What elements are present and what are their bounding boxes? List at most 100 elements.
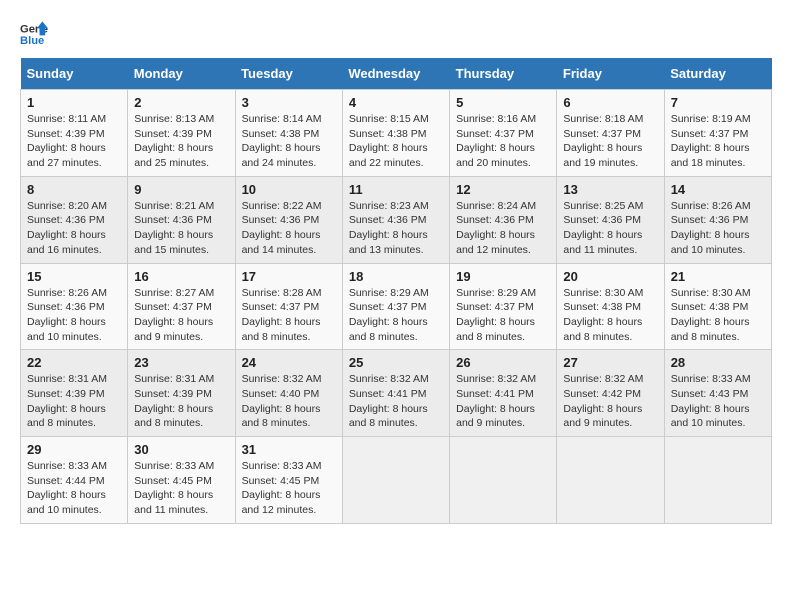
- day-number: 22: [27, 355, 121, 370]
- day-detail: Sunrise: 8:31 AM Sunset: 4:39 PM Dayligh…: [27, 372, 121, 431]
- calendar-cell: 31 Sunrise: 8:33 AM Sunset: 4:45 PM Dayli…: [235, 437, 342, 524]
- day-number: 31: [242, 442, 336, 457]
- day-detail: Sunrise: 8:21 AM Sunset: 4:36 PM Dayligh…: [134, 199, 228, 258]
- calendar-cell: 19 Sunrise: 8:29 AM Sunset: 4:37 PM Dayli…: [450, 263, 557, 350]
- day-number: 19: [456, 269, 550, 284]
- day-number: 10: [242, 182, 336, 197]
- calendar-cell: 4 Sunrise: 8:15 AM Sunset: 4:38 PM Daylig…: [342, 90, 449, 177]
- day-detail: Sunrise: 8:26 AM Sunset: 4:36 PM Dayligh…: [27, 286, 121, 345]
- weekday-header-friday: Friday: [557, 58, 664, 90]
- day-number: 23: [134, 355, 228, 370]
- day-detail: Sunrise: 8:18 AM Sunset: 4:37 PM Dayligh…: [563, 112, 657, 171]
- day-number: 26: [456, 355, 550, 370]
- day-detail: Sunrise: 8:27 AM Sunset: 4:37 PM Dayligh…: [134, 286, 228, 345]
- day-number: 9: [134, 182, 228, 197]
- day-detail: Sunrise: 8:11 AM Sunset: 4:39 PM Dayligh…: [27, 112, 121, 171]
- day-number: 27: [563, 355, 657, 370]
- calendar-cell: 3 Sunrise: 8:14 AM Sunset: 4:38 PM Daylig…: [235, 90, 342, 177]
- day-number: 12: [456, 182, 550, 197]
- calendar-cell: 14 Sunrise: 8:26 AM Sunset: 4:36 PM Dayli…: [664, 176, 771, 263]
- day-number: 3: [242, 95, 336, 110]
- day-detail: Sunrise: 8:32 AM Sunset: 4:40 PM Dayligh…: [242, 372, 336, 431]
- day-detail: Sunrise: 8:32 AM Sunset: 4:41 PM Dayligh…: [349, 372, 443, 431]
- svg-text:Blue: Blue: [20, 35, 44, 47]
- day-number: 5: [456, 95, 550, 110]
- day-detail: Sunrise: 8:30 AM Sunset: 4:38 PM Dayligh…: [671, 286, 765, 345]
- calendar-cell: 16Sunrise: 8:27 AM Sunset: 4:37 PM Dayli…: [128, 263, 235, 350]
- calendar-cell: 30Sunrise: 8:33 AM Sunset: 4:45 PM Dayli…: [128, 437, 235, 524]
- day-detail: Sunrise: 8:33 AM Sunset: 4:44 PM Dayligh…: [27, 459, 121, 518]
- calendar-cell: 29Sunrise: 8:33 AM Sunset: 4:44 PM Dayli…: [21, 437, 128, 524]
- day-detail: Sunrise: 8:16 AM Sunset: 4:37 PM Dayligh…: [456, 112, 550, 171]
- calendar-cell: 15Sunrise: 8:26 AM Sunset: 4:36 PM Dayli…: [21, 263, 128, 350]
- calendar-week-row: 29Sunrise: 8:33 AM Sunset: 4:44 PM Dayli…: [21, 437, 772, 524]
- calendar-cell: 22 Sunrise: 8:31 AM Sunset: 4:39 PM Dayli…: [21, 350, 128, 437]
- day-number: 2: [134, 95, 228, 110]
- calendar-cell: 13 Sunrise: 8:25 AM Sunset: 4:36 PM Dayli…: [557, 176, 664, 263]
- calendar-cell: 20 Sunrise: 8:30 AM Sunset: 4:38 PM Dayli…: [557, 263, 664, 350]
- weekday-header-sunday: Sunday: [21, 58, 128, 90]
- calendar-cell: [664, 437, 771, 524]
- day-number: 8: [27, 182, 121, 197]
- day-number: 21: [671, 269, 765, 284]
- calendar-table: SundayMondayTuesdayWednesdayThursdayFrid…: [20, 58, 772, 524]
- day-detail: Sunrise: 8:32 AM Sunset: 4:41 PM Dayligh…: [456, 372, 550, 431]
- day-detail: Sunrise: 8:29 AM Sunset: 4:37 PM Dayligh…: [349, 286, 443, 345]
- day-number: 1: [27, 95, 121, 110]
- day-detail: Sunrise: 8:30 AM Sunset: 4:38 PM Dayligh…: [563, 286, 657, 345]
- calendar-cell: [450, 437, 557, 524]
- day-number: 14: [671, 182, 765, 197]
- weekday-header-wednesday: Wednesday: [342, 58, 449, 90]
- calendar-cell: 5 Sunrise: 8:16 AM Sunset: 4:37 PM Daylig…: [450, 90, 557, 177]
- calendar-cell: 23Sunrise: 8:31 AM Sunset: 4:39 PM Dayli…: [128, 350, 235, 437]
- day-detail: Sunrise: 8:26 AM Sunset: 4:36 PM Dayligh…: [671, 199, 765, 258]
- day-detail: Sunrise: 8:29 AM Sunset: 4:37 PM Dayligh…: [456, 286, 550, 345]
- day-detail: Sunrise: 8:33 AM Sunset: 4:43 PM Dayligh…: [671, 372, 765, 431]
- day-detail: Sunrise: 8:14 AM Sunset: 4:38 PM Dayligh…: [242, 112, 336, 171]
- weekday-header-saturday: Saturday: [664, 58, 771, 90]
- calendar-cell: 18 Sunrise: 8:29 AM Sunset: 4:37 PM Dayli…: [342, 263, 449, 350]
- day-detail: Sunrise: 8:32 AM Sunset: 4:42 PM Dayligh…: [563, 372, 657, 431]
- logo: General Blue: [20, 20, 54, 48]
- calendar-week-row: 1 Sunrise: 8:11 AM Sunset: 4:39 PM Daylig…: [21, 90, 772, 177]
- day-detail: Sunrise: 8:23 AM Sunset: 4:36 PM Dayligh…: [349, 199, 443, 258]
- day-number: 30: [134, 442, 228, 457]
- calendar-cell: 2 Sunrise: 8:13 AM Sunset: 4:39 PM Daylig…: [128, 90, 235, 177]
- weekday-header-tuesday: Tuesday: [235, 58, 342, 90]
- day-detail: Sunrise: 8:13 AM Sunset: 4:39 PM Dayligh…: [134, 112, 228, 171]
- calendar-cell: 10Sunrise: 8:22 AM Sunset: 4:36 PM Dayli…: [235, 176, 342, 263]
- day-detail: Sunrise: 8:33 AM Sunset: 4:45 PM Dayligh…: [242, 459, 336, 518]
- day-number: 6: [563, 95, 657, 110]
- weekday-header-thursday: Thursday: [450, 58, 557, 90]
- calendar-cell: 12 Sunrise: 8:24 AM Sunset: 4:36 PM Dayli…: [450, 176, 557, 263]
- day-number: 7: [671, 95, 765, 110]
- logo-icon: General Blue: [20, 20, 48, 48]
- calendar-cell: 27 Sunrise: 8:32 AM Sunset: 4:42 PM Dayli…: [557, 350, 664, 437]
- day-number: 17: [242, 269, 336, 284]
- calendar-cell: 26 Sunrise: 8:32 AM Sunset: 4:41 PM Dayli…: [450, 350, 557, 437]
- calendar-cell: 1 Sunrise: 8:11 AM Sunset: 4:39 PM Daylig…: [21, 90, 128, 177]
- day-number: 25: [349, 355, 443, 370]
- day-number: 20: [563, 269, 657, 284]
- day-number: 18: [349, 269, 443, 284]
- day-number: 13: [563, 182, 657, 197]
- day-detail: Sunrise: 8:15 AM Sunset: 4:38 PM Dayligh…: [349, 112, 443, 171]
- header: General Blue: [20, 20, 772, 48]
- day-number: 24: [242, 355, 336, 370]
- calendar-cell: 8 Sunrise: 8:20 AM Sunset: 4:36 PM Daylig…: [21, 176, 128, 263]
- weekday-header-row: SundayMondayTuesdayWednesdayThursdayFrid…: [21, 58, 772, 90]
- day-number: 11: [349, 182, 443, 197]
- calendar-cell: 28Sunrise: 8:33 AM Sunset: 4:43 PM Dayli…: [664, 350, 771, 437]
- day-detail: Sunrise: 8:19 AM Sunset: 4:37 PM Dayligh…: [671, 112, 765, 171]
- calendar-cell: 9 Sunrise: 8:21 AM Sunset: 4:36 PM Daylig…: [128, 176, 235, 263]
- day-detail: Sunrise: 8:24 AM Sunset: 4:36 PM Dayligh…: [456, 199, 550, 258]
- calendar-cell: 6 Sunrise: 8:18 AM Sunset: 4:37 PM Daylig…: [557, 90, 664, 177]
- calendar-cell: 17Sunrise: 8:28 AM Sunset: 4:37 PM Dayli…: [235, 263, 342, 350]
- page-container: General Blue SundayMondayTuesdayWednesda…: [20, 20, 772, 524]
- day-number: 4: [349, 95, 443, 110]
- calendar-week-row: 15Sunrise: 8:26 AM Sunset: 4:36 PM Dayli…: [21, 263, 772, 350]
- calendar-week-row: 8 Sunrise: 8:20 AM Sunset: 4:36 PM Daylig…: [21, 176, 772, 263]
- calendar-cell: 24 Sunrise: 8:32 AM Sunset: 4:40 PM Dayli…: [235, 350, 342, 437]
- day-detail: Sunrise: 8:25 AM Sunset: 4:36 PM Dayligh…: [563, 199, 657, 258]
- day-detail: Sunrise: 8:20 AM Sunset: 4:36 PM Dayligh…: [27, 199, 121, 258]
